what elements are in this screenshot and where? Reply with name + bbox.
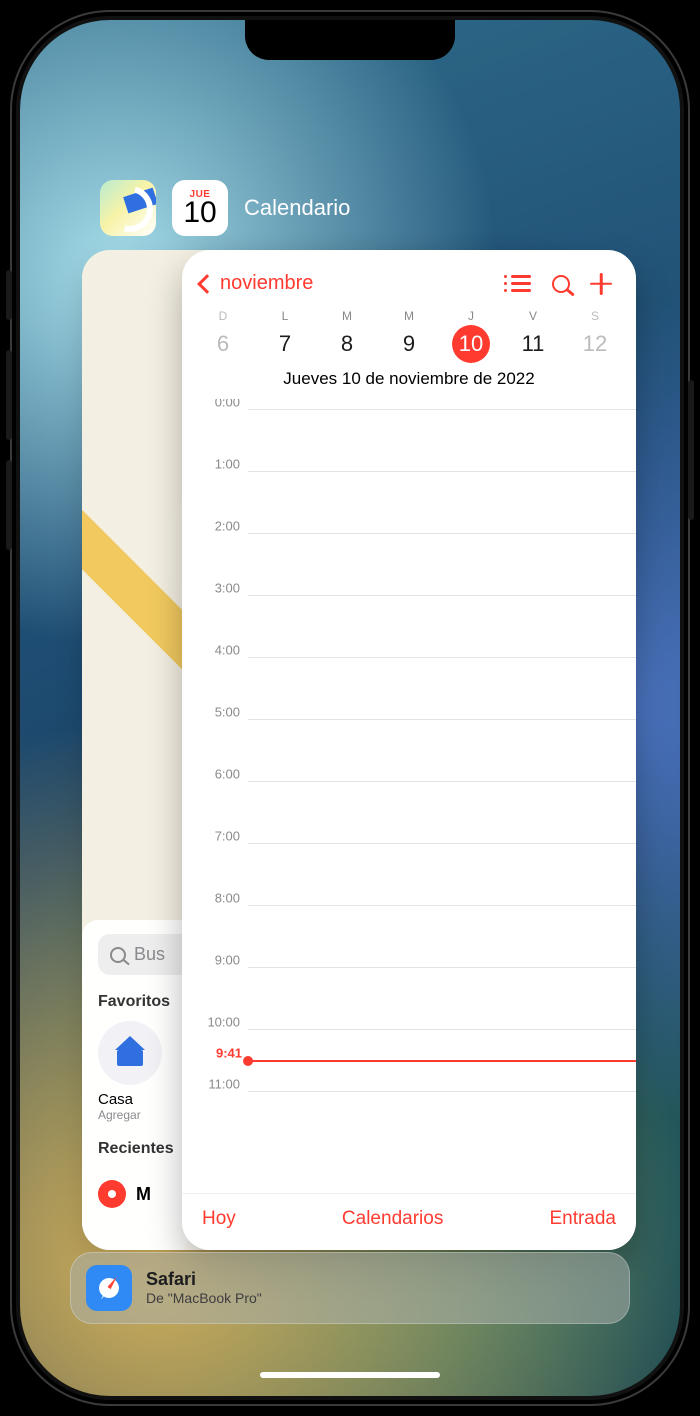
weekday-label: M — [316, 309, 378, 323]
weekday-label: L — [254, 309, 316, 323]
map-pin-icon — [98, 1180, 126, 1208]
list-icon — [511, 275, 531, 292]
volume-up-button — [6, 350, 12, 440]
hour-label: 0:00 — [182, 399, 248, 410]
hour-row: 9:00 — [182, 967, 636, 968]
hour-row: 1:00 — [182, 471, 636, 472]
calendar-timeline[interactable]: 0:00 1:00 2:00 3:00 4:00 5:00 6:00 7:00 8:00 9:00… — [182, 399, 636, 1193]
mute-switch — [6, 270, 12, 320]
volume-down-button — [6, 460, 12, 550]
hour-divider — [248, 409, 636, 410]
screen: JUE 10 Calendario Bus Favoritos Casa Agr… — [20, 20, 680, 1396]
hour-divider — [248, 719, 636, 720]
hour-row: 2:00 — [182, 533, 636, 534]
day-cell[interactable]: 6 — [192, 331, 254, 357]
maps-recent-label: M — [136, 1184, 151, 1205]
hour-divider — [248, 967, 636, 968]
hour-row: 11:00 — [182, 1091, 636, 1092]
iphone-frame: JUE 10 Calendario Bus Favoritos Casa Agr… — [10, 10, 690, 1406]
hour-label: 5:00 — [182, 705, 248, 720]
calendar-toolbar: Hoy Calendarios Entrada — [182, 1193, 636, 1250]
safari-icon — [86, 1265, 132, 1311]
handoff-banner[interactable]: Safari De "MacBook Pro" — [70, 1252, 630, 1324]
hour-label: 6:00 — [182, 767, 248, 782]
home-icon — [115, 1040, 145, 1066]
handoff-subtitle: De "MacBook Pro" — [146, 1290, 262, 1307]
day-cell[interactable]: 8 — [316, 331, 378, 357]
hour-divider — [248, 471, 636, 472]
chevron-left-icon[interactable] — [197, 274, 217, 294]
hour-label: 4:00 — [182, 643, 248, 658]
hour-label: 7:00 — [182, 829, 248, 844]
hour-divider — [248, 905, 636, 906]
calendar-app-icon[interactable]: JUE 10 — [172, 180, 228, 236]
app-switcher-header: JUE 10 Calendario — [20, 180, 680, 236]
day-cell[interactable]: 12 — [564, 331, 626, 357]
hour-row: 0:00 — [182, 409, 636, 410]
handoff-title: Safari — [146, 1269, 262, 1291]
weekday-label: D — [192, 309, 254, 323]
day-cell[interactable]: 7 — [254, 331, 316, 357]
weekday-label: S — [564, 309, 626, 323]
hour-label: 1:00 — [182, 457, 248, 472]
calendar-navbar: noviembre — [182, 250, 636, 303]
calendars-button[interactable]: Calendarios — [342, 1208, 443, 1230]
hour-label: 8:00 — [182, 891, 248, 906]
hour-label: 3:00 — [182, 581, 248, 596]
plus-icon — [590, 273, 612, 295]
maps-app-icon[interactable] — [100, 180, 156, 236]
hour-row: 5:00 — [182, 719, 636, 720]
calendar-icon-day: 10 — [183, 198, 216, 228]
hour-divider — [248, 657, 636, 658]
list-view-button[interactable] — [504, 275, 538, 292]
app-switcher-title: Calendario — [244, 195, 350, 221]
date-row: 6 7 8 9 10 11 12 — [182, 323, 636, 363]
day-cell[interactable]: 11 — [502, 331, 564, 357]
maps-search-text: Bus — [134, 944, 165, 965]
hour-label: 11:00 — [182, 1077, 248, 1092]
current-time-line — [248, 1060, 636, 1062]
weekday-label: J — [440, 309, 502, 323]
hour-label: 9:00 — [182, 953, 248, 968]
full-date-label: Jueves 10 de noviembre de 2022 — [182, 363, 636, 399]
hour-divider — [248, 595, 636, 596]
hour-row: 10:00 — [182, 1029, 636, 1030]
search-icon — [552, 275, 570, 293]
calendar-card[interactable]: noviembre D L M M J V S — [182, 250, 636, 1250]
current-time-indicator: 9:41 — [182, 1053, 636, 1068]
hour-row: 3:00 — [182, 595, 636, 596]
hour-divider — [248, 1091, 636, 1092]
hour-row: 8:00 — [182, 905, 636, 906]
search-button[interactable] — [544, 275, 578, 293]
hour-row: 7:00 — [182, 843, 636, 844]
calendar-back-label[interactable]: noviembre — [220, 272, 313, 295]
inbox-button[interactable]: Entrada — [549, 1208, 616, 1230]
day-cell-selected[interactable]: 10 — [440, 325, 502, 363]
hour-divider — [248, 843, 636, 844]
search-icon — [110, 947, 126, 963]
weekday-row: D L M M J V S — [182, 303, 636, 323]
notch — [245, 20, 455, 60]
today-button[interactable]: Hoy — [202, 1208, 236, 1230]
home-indicator[interactable] — [260, 1372, 440, 1378]
weekday-label: M — [378, 309, 440, 323]
hour-label: 10:00 — [182, 1015, 248, 1030]
side-button — [688, 380, 694, 520]
hour-divider — [248, 781, 636, 782]
hour-divider — [248, 533, 636, 534]
add-event-button[interactable] — [584, 273, 618, 295]
weekday-label: V — [502, 309, 564, 323]
current-time-label: 9:41 — [182, 1046, 248, 1061]
day-cell[interactable]: 9 — [378, 331, 440, 357]
hour-row: 6:00 — [182, 781, 636, 782]
hour-label: 2:00 — [182, 519, 248, 534]
maps-home-favorite[interactable] — [98, 1021, 162, 1085]
hour-row: 4:00 — [182, 657, 636, 658]
hour-divider — [248, 1029, 636, 1030]
